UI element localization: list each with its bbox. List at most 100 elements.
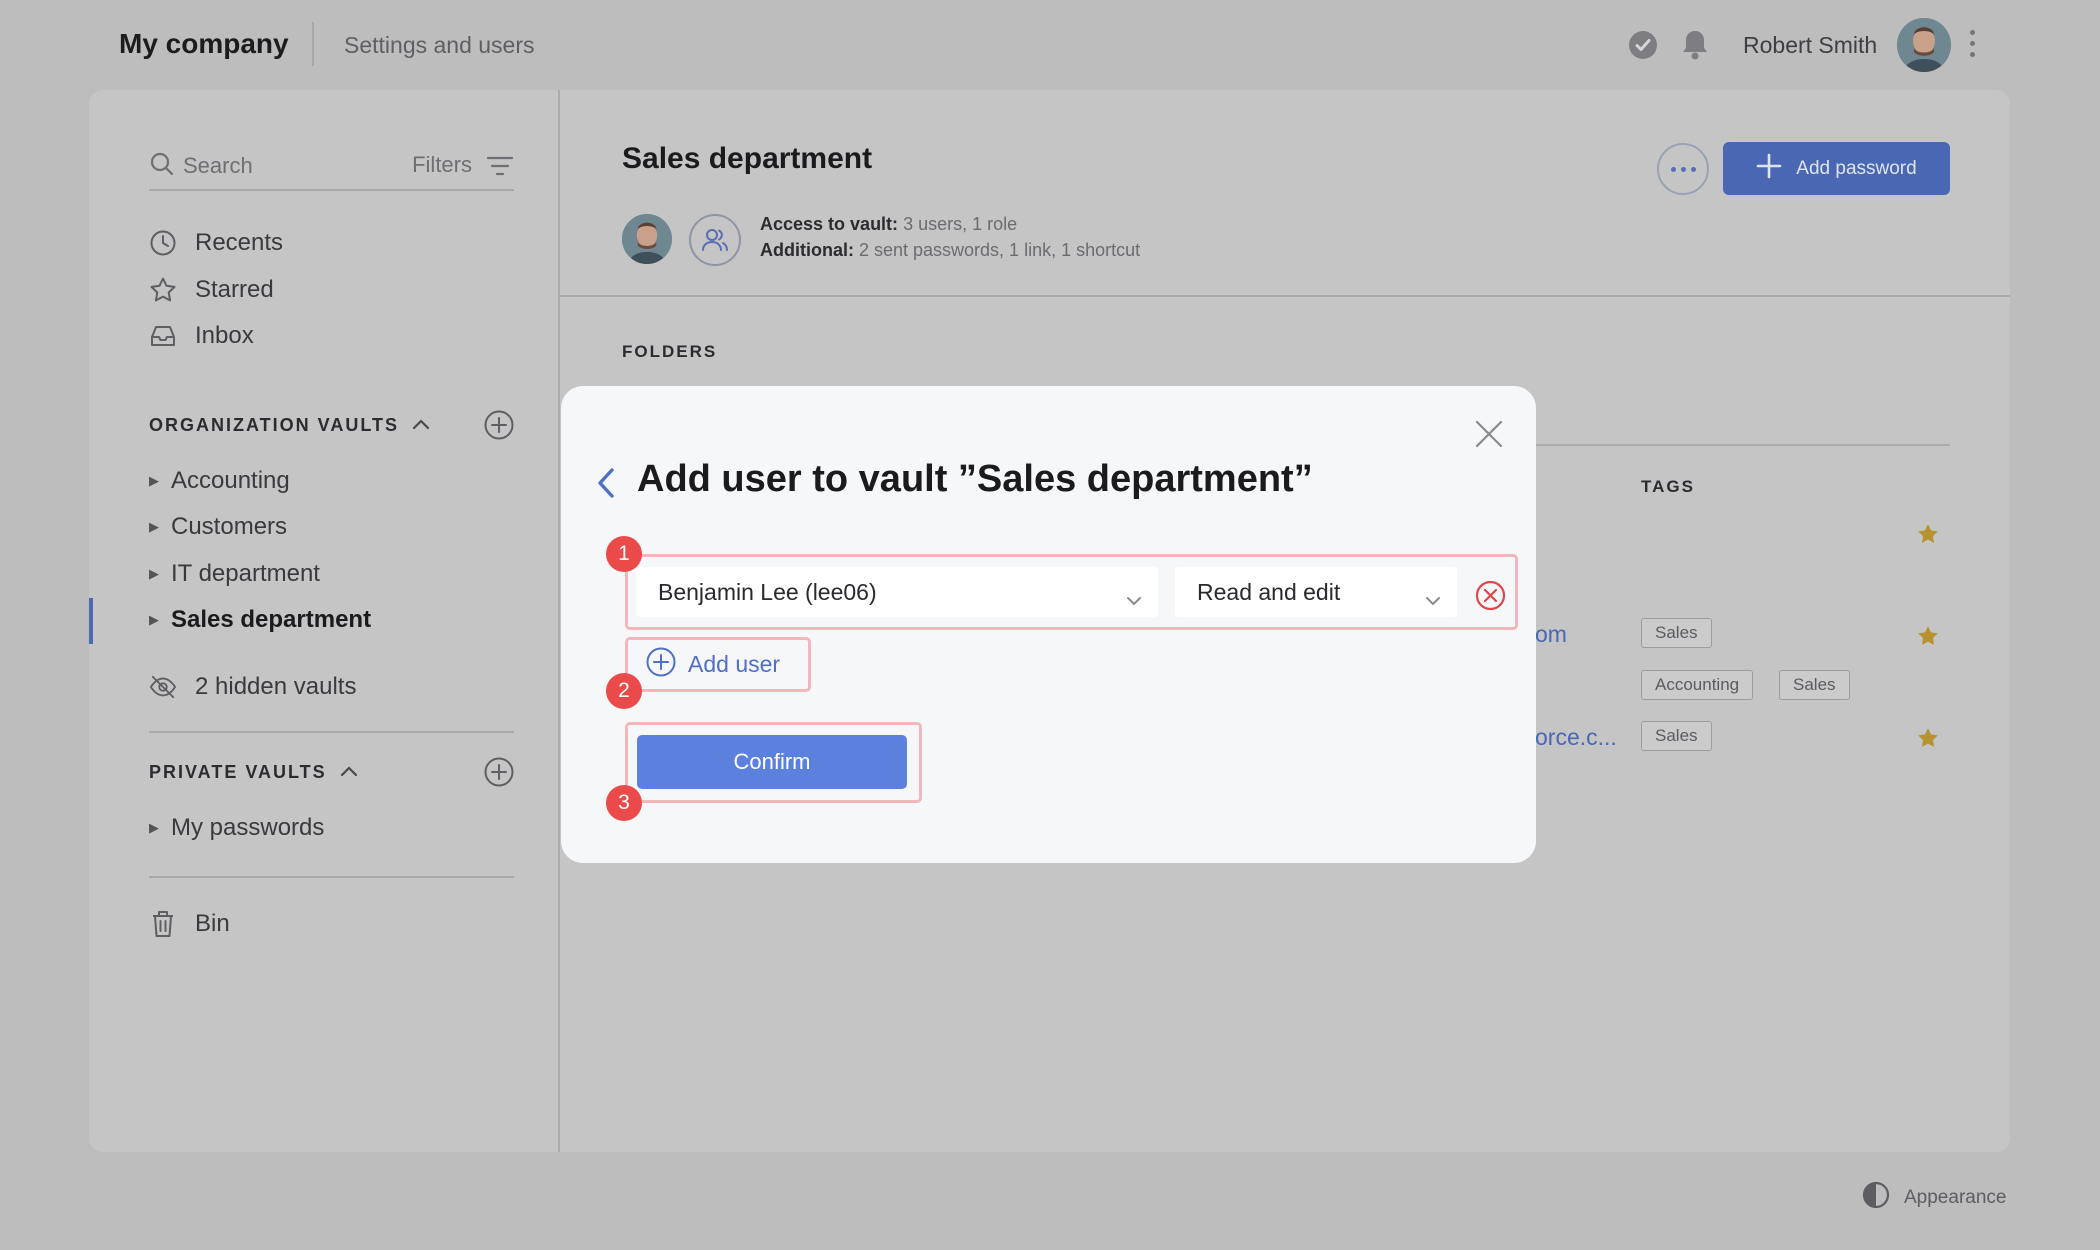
inbox-icon: [149, 322, 177, 350]
folders-heading: FOLDERS: [622, 342, 718, 361]
nav-label: Bin: [195, 910, 230, 937]
item-link[interactable]: om: [1535, 621, 1567, 648]
expand-triangle-icon[interactable]: ▶: [149, 566, 171, 582]
add-password-button[interactable]: Add password: [1723, 142, 1950, 195]
tag-badge[interactable]: Sales: [1779, 670, 1850, 700]
company-name[interactable]: My company: [119, 28, 289, 60]
additional-value: 2 sent passwords, 1 link, 1 shortcut: [853, 240, 1141, 260]
vault-customers[interactable]: ▶ Customers: [149, 509, 287, 545]
chevron-down-icon: [1126, 585, 1142, 612]
tags-column-header: TAGS: [1641, 477, 1695, 496]
vault-it-department[interactable]: ▶ IT department: [149, 556, 320, 592]
private-vaults-heading[interactable]: PRIVATE VAULTS: [149, 762, 359, 783]
vault-label: My passwords: [171, 814, 325, 841]
status-check-icon[interactable]: [1629, 31, 1657, 59]
filters-button[interactable]: Filters: [412, 152, 472, 178]
add-password-label: Add password: [1796, 157, 1917, 179]
search-bar[interactable]: Search Filters: [149, 145, 514, 191]
contrast-icon: [1862, 1181, 1890, 1215]
nav-label: Starred: [195, 276, 274, 303]
access-value: 3 users, 1 role: [898, 214, 1018, 234]
vault-label: Customers: [171, 513, 288, 540]
item-link[interactable]: orce.c...: [1535, 724, 1617, 751]
org-vaults-title: ORGANIZATION VAULTS: [149, 415, 399, 435]
filter-icon[interactable]: [486, 155, 514, 182]
active-indicator: [89, 598, 93, 644]
sidebar-divider: [149, 876, 514, 878]
nav-starred[interactable]: Starred: [149, 270, 274, 310]
role-select[interactable]: Read and edit: [1175, 567, 1457, 617]
eye-off-icon: [149, 673, 177, 701]
plus-circle-icon: [646, 647, 676, 683]
access-info: Access to vault: 3 users, 1 role: [760, 214, 1017, 235]
access-label: Access to vault:: [760, 214, 899, 234]
user-select-value: Benjamin Lee (lee06): [658, 578, 877, 605]
nav-bin[interactable]: Bin: [149, 904, 230, 944]
star-filled-icon[interactable]: [1916, 522, 1940, 546]
star-outline-icon: [149, 276, 177, 304]
expand-triangle-icon[interactable]: ▶: [149, 820, 171, 836]
chevron-up-icon[interactable]: [411, 415, 431, 436]
tag-badge[interactable]: Sales: [1641, 721, 1712, 751]
confirm-highlight: Confirm: [625, 722, 922, 803]
add-private-vault-icon[interactable]: [484, 757, 514, 787]
org-vaults-heading[interactable]: ORGANIZATION VAULTS: [149, 415, 431, 436]
private-vaults-title: PRIVATE VAULTS: [149, 762, 327, 782]
vault-label: Accounting: [171, 467, 290, 494]
back-chevron-icon[interactable]: [596, 466, 618, 505]
header-divider: [560, 295, 2010, 297]
page-title: Sales department: [622, 142, 873, 175]
step-badge-1: 1: [606, 536, 642, 572]
nav-recents[interactable]: Recents: [149, 223, 283, 263]
user-avatar[interactable]: [1897, 18, 1951, 72]
vault-accounting[interactable]: ▶ Accounting: [149, 463, 290, 499]
expand-triangle-icon[interactable]: ▶: [149, 473, 171, 489]
star-filled-icon[interactable]: [1916, 726, 1940, 750]
additional-label: Additional:: [760, 240, 854, 260]
nav-inbox[interactable]: Inbox: [149, 316, 254, 356]
expand-triangle-icon[interactable]: ▶: [149, 519, 171, 535]
bell-icon[interactable]: [1680, 28, 1710, 67]
sidebar-divider: [149, 731, 514, 733]
users-group-icon[interactable]: [689, 214, 741, 266]
appearance-toggle[interactable]: Appearance: [1862, 1181, 2006, 1215]
additional-info: Additional: 2 sent passwords, 1 link, 1 …: [760, 240, 1140, 261]
user-select[interactable]: Benjamin Lee (lee06): [636, 567, 1158, 617]
add-org-vault-icon[interactable]: [484, 410, 514, 440]
user-name[interactable]: Robert Smith: [1743, 32, 1877, 59]
more-options-button[interactable]: [1657, 143, 1709, 195]
user-role-row: Benjamin Lee (lee06) Read and edit: [625, 554, 1518, 630]
add-user-button[interactable]: Add user: [625, 637, 811, 692]
top-bar: My company Settings and users Robert Smi…: [0, 0, 2100, 90]
tag-badge[interactable]: Sales: [1641, 618, 1712, 648]
step-badge-2: 2: [606, 673, 642, 709]
sidebar: Search Filters Recents Starred Inbox ORG…: [89, 90, 560, 1152]
chevron-up-icon[interactable]: [339, 762, 359, 783]
topbar-divider: [312, 22, 314, 66]
vault-sales-department[interactable]: ▶ Sales department: [149, 602, 371, 638]
vault-my-passwords[interactable]: ▶ My passwords: [149, 810, 324, 846]
chevron-down-icon: [1425, 585, 1441, 612]
search-icon: [149, 151, 175, 182]
table-divider: [1489, 444, 1950, 446]
expand-triangle-icon[interactable]: ▶: [149, 612, 171, 628]
member-avatar[interactable]: [622, 214, 672, 264]
add-user-label: Add user: [688, 651, 781, 677]
modal-title: Add user to vault ”Sales department”: [637, 458, 1313, 500]
hidden-vaults-toggle[interactable]: 2 hidden vaults: [149, 667, 356, 707]
trash-icon: [149, 910, 177, 938]
settings-and-users-link[interactable]: Settings and users: [344, 32, 535, 59]
remove-user-icon[interactable]: [1475, 580, 1506, 611]
appearance-label: Appearance: [1904, 1187, 2007, 1208]
close-icon[interactable]: [1474, 419, 1504, 449]
add-user-modal: Add user to vault ”Sales department” Ben…: [561, 386, 1536, 863]
nav-label: Recents: [195, 229, 284, 256]
nav-label: Inbox: [195, 322, 254, 349]
hidden-vaults-label: 2 hidden vaults: [195, 673, 357, 700]
tag-badge[interactable]: Accounting: [1641, 670, 1754, 700]
star-filled-icon[interactable]: [1916, 624, 1940, 648]
search-input[interactable]: Search: [183, 153, 253, 179]
plus-icon: [1756, 153, 1782, 185]
confirm-button[interactable]: Confirm: [637, 735, 907, 789]
kebab-menu-icon[interactable]: [1966, 30, 1978, 60]
